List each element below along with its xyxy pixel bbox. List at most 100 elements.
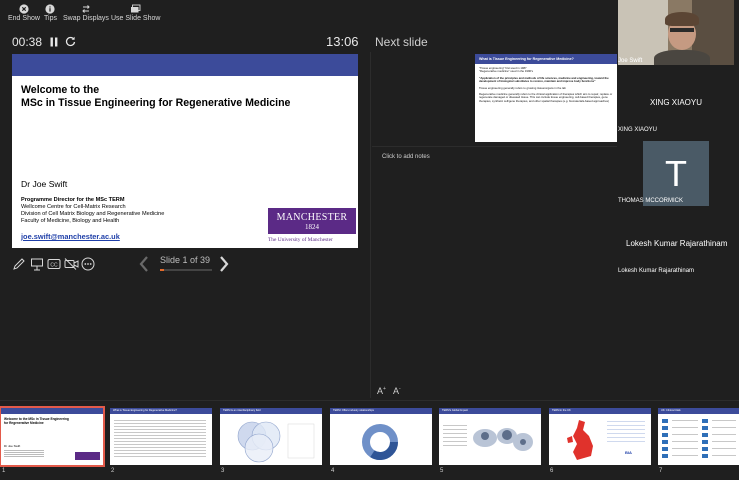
tips-button[interactable]: Tips bbox=[44, 4, 57, 22]
laser-pointer-icon[interactable] bbox=[30, 257, 44, 271]
thumb-title: Welcome to the MSc in Tissue Engineering… bbox=[4, 417, 69, 425]
thumb-text-lines bbox=[443, 422, 467, 448]
thumb-text-lines bbox=[607, 418, 645, 444]
slide-author: Dr Joe Swift bbox=[21, 179, 68, 189]
participant-avatar-thomas: T bbox=[643, 141, 709, 206]
role-line: Division of Cell Matrix Biology and Rege… bbox=[21, 211, 165, 217]
slide-counter: Slide 1 of 39 bbox=[160, 255, 211, 265]
person-shirt bbox=[654, 50, 710, 65]
thumb-title: TERM in the UK bbox=[552, 409, 571, 412]
participant-video-joe bbox=[618, 0, 734, 65]
avatar-initial: T bbox=[665, 152, 687, 194]
increase-font-button[interactable]: A+ bbox=[377, 386, 386, 396]
venn-diagram bbox=[237, 421, 315, 463]
participant-name-xing: XING XIAOYU bbox=[618, 127, 658, 133]
manchester-logo: MANCHESTER 1824 bbox=[268, 208, 356, 234]
next-slide-title: What is Tissue Engineering for Regenerat… bbox=[475, 54, 617, 64]
close-circle-icon bbox=[19, 4, 29, 14]
slide-header-bar bbox=[12, 54, 358, 76]
next-slide-preview[interactable]: What is Tissue Engineering for Regenerat… bbox=[475, 54, 617, 142]
thumb-logo bbox=[75, 452, 100, 460]
thumb-title: What is Tissue Engineering for Regenerat… bbox=[113, 409, 177, 412]
role-line: Faculty of Medicine, Biology and Health bbox=[21, 218, 120, 224]
slide-title-line2: MSc in Tissue Engineering for Regenerati… bbox=[21, 97, 291, 109]
next-slide-icon[interactable] bbox=[219, 255, 230, 273]
slide-email-link[interactable]: joe.swift@manchester.ac.uk bbox=[21, 232, 120, 241]
thumbnail-number: 4 bbox=[331, 468, 335, 474]
thumb-badge: BIA bbox=[625, 450, 632, 455]
slide-title-line1: Welcome to the bbox=[21, 84, 100, 96]
thumbnail-number: 5 bbox=[440, 468, 444, 474]
next-slide-text: "Regenerative medicine" used in the 1990… bbox=[479, 69, 533, 74]
thumb-title: TERM is an interdisciplinary field bbox=[223, 409, 261, 412]
more-options-icon[interactable] bbox=[81, 257, 95, 271]
pause-icon[interactable] bbox=[50, 37, 58, 47]
swap-displays-button[interactable]: Swap Displays bbox=[63, 4, 109, 22]
current-slide: Welcome to the MSc in Tissue Engineering… bbox=[12, 54, 358, 248]
slide-progress-fill bbox=[160, 269, 164, 271]
slide-thumbnail-4[interactable]: TERM: Offers industry relationships bbox=[330, 408, 432, 465]
thumb-icon-column bbox=[662, 419, 668, 459]
slide-thumbnail-7[interactable]: UK: Clinical trials bbox=[658, 408, 739, 465]
thumb-title: TERM's Global Impact bbox=[442, 409, 468, 412]
info-icon bbox=[45, 4, 56, 14]
thumbnail-number: 2 bbox=[111, 468, 115, 474]
next-slide-text: Regenerative medicine generally refers t… bbox=[479, 92, 613, 103]
use-slide-show-label: Use Slide Show bbox=[111, 15, 161, 22]
university-name: The University of Manchester bbox=[268, 237, 333, 243]
thumb-author: Dr Joe Swift bbox=[4, 444, 21, 448]
slide-progress-track bbox=[160, 269, 212, 271]
participant-name-thomas: THOMAS MCCORMICK bbox=[618, 198, 683, 204]
elapsed-timer: 00:38 bbox=[12, 35, 43, 49]
thumbnail-number: 3 bbox=[221, 468, 225, 474]
donut-chart bbox=[362, 424, 398, 460]
thumb-title: TERM: Offers industry relationships bbox=[333, 409, 374, 412]
speaker-notes-placeholder[interactable]: Click to add notes bbox=[382, 154, 430, 160]
participant-display-name: Lokesh Kumar Rajarathinam bbox=[626, 239, 728, 248]
use-slide-show-button[interactable]: Use Slide Show bbox=[111, 4, 160, 22]
reset-timer-icon[interactable] bbox=[65, 36, 76, 47]
slide-title: Welcome to the MSc in Tissue Engineering… bbox=[21, 84, 290, 110]
svg-text:CC: CC bbox=[50, 262, 58, 268]
thumb-bar bbox=[1, 408, 103, 414]
pen-icon[interactable] bbox=[12, 257, 26, 271]
end-show-button[interactable]: End Show bbox=[8, 4, 40, 22]
slide-thumbnail-3[interactable]: TERM is an interdisciplinary field bbox=[220, 408, 322, 465]
decrease-font-button[interactable]: A- bbox=[393, 386, 401, 396]
role-title: Programme Director for the MSc TERM bbox=[21, 197, 125, 203]
uk-map bbox=[567, 420, 593, 460]
participant-name-joe: Joe Swift bbox=[618, 58, 643, 64]
camera-off-icon[interactable] bbox=[64, 257, 79, 271]
person-hair bbox=[665, 12, 699, 26]
participant-display-name: XING XIAOYU bbox=[650, 98, 703, 107]
thumb-text-lines bbox=[672, 420, 698, 458]
swap-displays-label: Swap Displays bbox=[63, 15, 109, 22]
slide-show-icon bbox=[131, 4, 141, 13]
current-time: 13:06 bbox=[326, 34, 359, 49]
subtitles-icon[interactable]: CC bbox=[47, 257, 61, 271]
thumb-text-lines bbox=[712, 420, 736, 458]
end-show-label: End Show bbox=[8, 15, 40, 22]
next-slide-text: "Application of the principles and metho… bbox=[479, 75, 609, 84]
thumbnail-divider bbox=[0, 400, 739, 401]
logo-year: 1824 bbox=[305, 223, 319, 231]
person-glasses bbox=[670, 28, 694, 32]
slide-roles: Programme Director for the MSc TERM Well… bbox=[21, 197, 164, 225]
logo-wordmark: MANCHESTER bbox=[276, 212, 348, 223]
thumb-text-lines bbox=[4, 449, 44, 457]
previous-slide-icon[interactable] bbox=[138, 255, 149, 273]
slide-thumbnail-6[interactable]: TERM in the UK BIA bbox=[549, 408, 651, 465]
swap-arrows-icon bbox=[82, 5, 90, 13]
thumbnail-number: 6 bbox=[550, 468, 554, 474]
slide-thumbnail-2[interactable]: What is Tissue Engineering for Regenerat… bbox=[110, 408, 212, 465]
world-map bbox=[473, 428, 533, 451]
slide-thumbnail-5[interactable]: TERM's Global Impact bbox=[439, 408, 541, 465]
participant-name-lokesh: Lokesh Kumar Rajarathinam bbox=[618, 268, 695, 274]
slide-thumbnail-1[interactable]: Welcome to the MSc in Tissue Engineering… bbox=[0, 406, 105, 467]
thumbnail-number: 7 bbox=[659, 468, 663, 474]
notes-divider bbox=[372, 146, 617, 147]
tips-label: Tips bbox=[44, 15, 57, 22]
panel-divider bbox=[370, 52, 371, 398]
next-slide-text: Tissue engineering generally refers to g… bbox=[479, 85, 566, 90]
thumbnail-number: 1 bbox=[2, 468, 6, 474]
